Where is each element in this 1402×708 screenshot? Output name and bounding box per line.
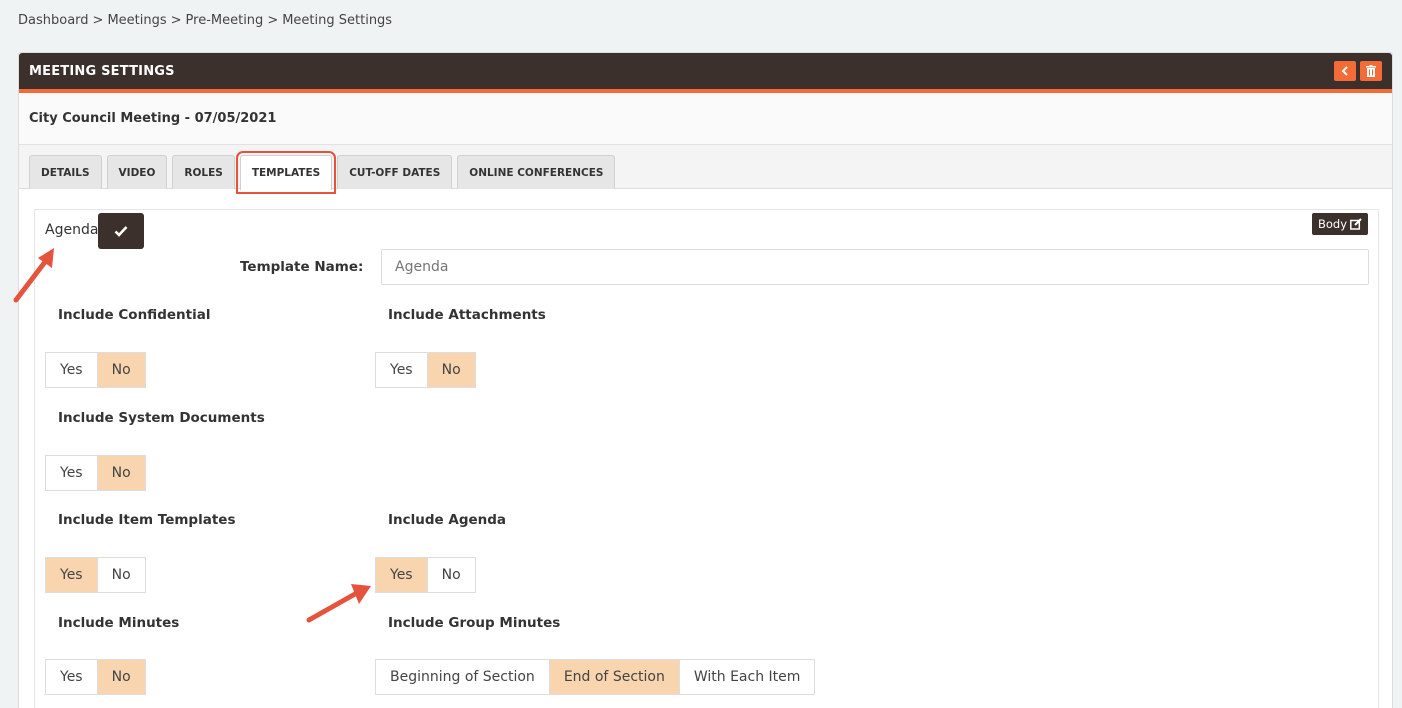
annotation-arrow-icon [13, 248, 54, 303]
tab-templates[interactable]: TEMPLATES [235, 151, 337, 194]
include-item-templates-label: Include Item Templates [58, 512, 236, 528]
include-system-documents-no[interactable]: No [97, 456, 145, 490]
tab-bar: DETAILS VIDEO ROLES TEMPLATES CUT-OFF DA… [19, 145, 1392, 194]
group-minutes-end-of-section[interactable]: End of Section [549, 660, 680, 694]
breadcrumb-meeting-settings: Meeting Settings [282, 13, 393, 28]
include-minutes-label: Include Minutes [58, 615, 180, 631]
template-card: Agenda Body Template Name: Include Confi… [34, 209, 1379, 708]
breadcrumb-pre-meeting[interactable]: Pre-Meeting [186, 13, 264, 28]
include-confidential-toggle: Yes No [45, 352, 146, 388]
include-agenda-toggle: Yes No [375, 557, 476, 593]
include-attachments-yes[interactable]: Yes [376, 353, 428, 387]
trash-icon [1366, 65, 1376, 77]
include-confidential-yes[interactable]: Yes [46, 353, 98, 387]
tab-online-conferences[interactable]: ONLINE CONFERENCES [457, 155, 616, 189]
panel-header: MEETING SETTINGS [19, 53, 1392, 93]
body-button[interactable]: Body [1311, 213, 1368, 235]
checkmark-icon [114, 226, 128, 237]
include-item-templates-toggle: Yes No [45, 557, 146, 593]
tab-roles[interactable]: ROLES [172, 155, 235, 189]
include-agenda-yes[interactable]: Yes [376, 558, 428, 592]
delete-button[interactable] [1360, 61, 1382, 81]
breadcrumb-dashboard[interactable]: Dashboard [18, 13, 89, 28]
back-button[interactable] [1334, 61, 1356, 81]
breadcrumb: Dashboard > Meetings > Pre-Meeting > Mee… [18, 13, 392, 28]
include-agenda-no[interactable]: No [428, 558, 475, 592]
group-minutes-beginning-of-section[interactable]: Beginning of Section [376, 660, 550, 694]
tab-video[interactable]: VIDEO [106, 155, 168, 189]
include-confidential-no[interactable]: No [97, 353, 145, 387]
page-title: MEETING SETTINGS [29, 63, 175, 79]
include-system-documents-yes[interactable]: Yes [46, 456, 98, 490]
include-group-minutes-toggle: Beginning of Section End of Section With… [375, 659, 816, 695]
tab-details[interactable]: DETAILS [29, 155, 102, 189]
include-minutes-toggle: Yes No [45, 659, 146, 695]
include-confidential-label: Include Confidential [58, 307, 211, 323]
tab-cut-off-dates[interactable]: CUT-OFF DATES [337, 155, 453, 189]
template-name-label: Template Name: [240, 259, 364, 275]
body-button-label: Body [1317, 217, 1347, 231]
breadcrumb-separator: > [170, 13, 182, 28]
include-minutes-no[interactable]: No [97, 660, 145, 694]
include-minutes-yes[interactable]: Yes [46, 660, 98, 694]
include-item-templates-yes[interactable]: Yes [46, 558, 98, 592]
include-system-documents-toggle: Yes No [45, 455, 146, 491]
include-group-minutes-label: Include Group Minutes [388, 615, 561, 631]
breadcrumb-meetings[interactable]: Meetings [107, 13, 166, 28]
include-system-documents-label: Include System Documents [58, 410, 265, 426]
meeting-name: City Council Meeting - 07/05/2021 [19, 93, 1392, 145]
breadcrumb-separator: > [267, 13, 279, 28]
chevron-left-icon [1341, 66, 1348, 76]
select-template-button[interactable] [98, 213, 144, 249]
include-agenda-label: Include Agenda [388, 512, 507, 528]
template-name-input[interactable] [381, 249, 1369, 285]
meeting-settings-panel: MEETING SETTINGS City Council Meeting - … [18, 52, 1393, 708]
include-attachments-label: Include Attachments [388, 307, 546, 323]
include-item-templates-no[interactable]: No [98, 558, 145, 592]
edit-icon [1350, 218, 1362, 230]
breadcrumb-separator: > [92, 13, 104, 28]
include-attachments-toggle: Yes No [375, 352, 476, 388]
template-section-label: Agenda [45, 222, 99, 238]
group-minutes-with-each-item[interactable]: With Each Item [680, 660, 815, 694]
include-attachments-no[interactable]: No [427, 353, 475, 387]
annotation-arrow-icon [306, 584, 371, 623]
